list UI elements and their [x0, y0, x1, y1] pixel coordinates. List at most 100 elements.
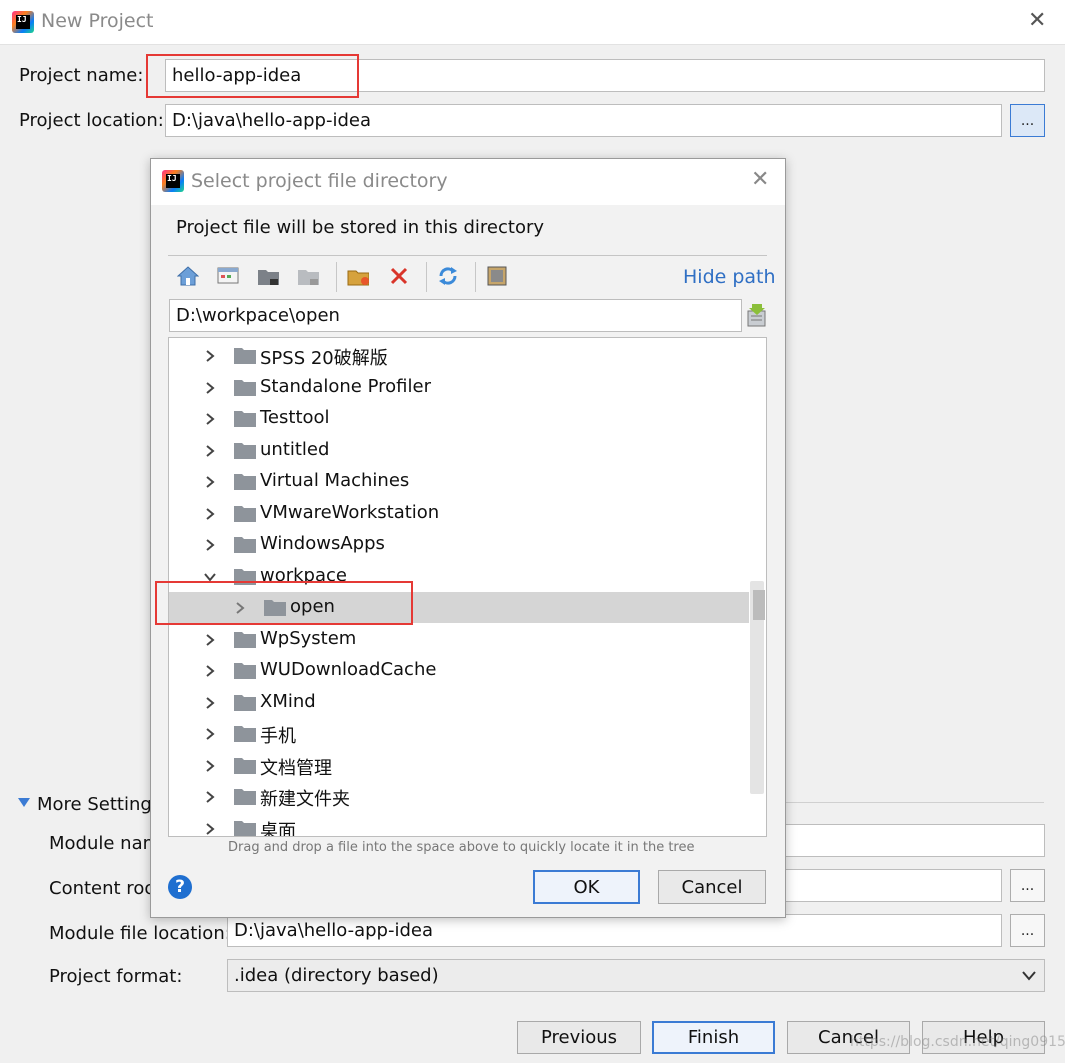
chevron-right-icon[interactable] [204, 413, 216, 425]
show-hidden-files-icon[interactable] [486, 265, 508, 287]
toolbar-separator [336, 262, 337, 292]
tree-row[interactable]: VMwareWorkstation [169, 498, 749, 529]
tree-item-label: SPSS 20破解版 [260, 348, 388, 369]
folder-icon [234, 474, 256, 490]
tree-item-label: 桌面 [260, 820, 296, 837]
module-folder-icon[interactable] [297, 265, 319, 287]
chevron-right-icon[interactable] [204, 822, 216, 835]
folder-icon [234, 568, 256, 585]
project-format-value: .idea (directory based) [234, 965, 439, 986]
chevron-right-icon[interactable] [234, 602, 246, 614]
chevron-right-icon[interactable] [204, 381, 216, 394]
folder-icon [234, 379, 256, 396]
tree-row[interactable]: workpace [169, 561, 749, 592]
tree-item-label: untitled [260, 438, 330, 460]
tree-row[interactable]: WUDownloadCache [169, 655, 749, 686]
project-folder-icon[interactable] [257, 265, 279, 287]
chevron-down-icon [1022, 971, 1036, 981]
tree-item-label: 手机 [260, 726, 296, 747]
chevron-right-icon[interactable] [204, 476, 216, 488]
chevron-right-icon[interactable] [204, 665, 216, 677]
tree-item-label: WindowsApps [260, 533, 385, 554]
path-input[interactable]: D:\workpace\open [169, 299, 742, 332]
browse-content-root-button[interactable]: ... [1010, 869, 1045, 902]
window-title: New Project [41, 10, 154, 32]
refresh-icon[interactable] [437, 265, 459, 287]
subdialog-cancel-button[interactable]: Cancel [658, 870, 766, 904]
project-format-select[interactable]: .idea (directory based) [227, 959, 1045, 992]
browse-module-file-button[interactable]: ... [1010, 914, 1045, 947]
tree-item-label: 新建文件夹 [260, 789, 350, 810]
folder-icon [234, 631, 256, 648]
tree-row[interactable]: 桌面 [169, 813, 749, 837]
chevron-down-icon[interactable] [204, 571, 216, 583]
help-icon[interactable]: ? [168, 875, 192, 899]
finish-button[interactable]: Finish [652, 1021, 775, 1054]
tree-row[interactable]: WpSystem [169, 624, 749, 655]
tree-row[interactable]: Standalone Profiler [169, 372, 749, 403]
chevron-right-icon[interactable] [204, 539, 216, 551]
tree-item-label: WUDownloadCache [260, 659, 437, 680]
folder-icon [264, 600, 286, 616]
triangle-down-icon[interactable] [18, 798, 30, 808]
window-titlebar: IJ New Project ✕ [0, 0, 1065, 45]
chevron-right-icon[interactable] [204, 350, 216, 362]
tree-row-selected[interactable]: open [169, 592, 749, 623]
project-name-label: Project name: [19, 65, 144, 86]
project-name-input[interactable]: hello-app-idea [165, 59, 1045, 92]
tree-item-label: workpace [260, 564, 347, 586]
module-name-label: Module nam [49, 833, 161, 854]
desktop-icon[interactable] [217, 265, 239, 287]
tree-row[interactable]: Virtual Machines [169, 466, 749, 497]
folder-icon [234, 411, 256, 427]
chevron-right-icon[interactable] [204, 696, 216, 709]
folder-icon [234, 694, 256, 711]
new-folder-icon[interactable] [347, 265, 369, 287]
close-icon[interactable]: ✕ [1028, 8, 1046, 33]
intellij-app-icon: IJ [162, 170, 184, 192]
ok-button[interactable]: OK [533, 870, 640, 904]
folder-icon [234, 505, 256, 522]
drag-drop-hint: Drag and drop a file into the space abov… [228, 840, 695, 855]
module-file-location-label: Module file location: [49, 923, 231, 944]
tree-row[interactable]: untitled [169, 435, 749, 466]
toolbar-separator [426, 262, 427, 292]
browse-location-button[interactable]: ... [1010, 104, 1045, 137]
intellij-app-icon: IJ [12, 11, 34, 33]
subdialog-close-icon[interactable]: ✕ [751, 167, 769, 192]
hide-path-link[interactable]: Hide path [683, 266, 776, 288]
chevron-right-icon[interactable] [204, 507, 216, 520]
content-root-label: Content roo [49, 878, 156, 899]
tree-item-label: open [290, 596, 335, 617]
directory-tree[interactable]: SPSS 20破解版 Standalone Profiler Testtool unt… [168, 337, 767, 837]
project-location-input[interactable]: D:\java\hello-app-idea [165, 104, 1002, 137]
tree-row[interactable]: 文档管理 [169, 750, 749, 781]
chevron-right-icon[interactable] [204, 728, 216, 740]
tree-row[interactable]: 手机 [169, 718, 749, 749]
tree-item-label: Virtual Machines [260, 470, 410, 491]
folder-icon [234, 757, 256, 774]
home-icon[interactable] [177, 265, 199, 287]
tree-row[interactable]: WindowsApps [169, 529, 749, 560]
tree-item-label: Standalone Profiler [260, 375, 431, 397]
history-download-icon[interactable] [746, 302, 768, 328]
project-format-label: Project format: [49, 966, 183, 987]
chevron-right-icon[interactable] [204, 633, 216, 646]
module-file-location-input[interactable]: D:\java\hello-app-idea [227, 914, 1002, 947]
delete-icon[interactable] [388, 265, 410, 287]
chevron-right-icon[interactable] [204, 444, 216, 457]
tree-row[interactable]: 新建文件夹 [169, 781, 749, 812]
tree-scrollbar-thumb[interactable] [753, 590, 765, 620]
separator-line [168, 255, 767, 256]
tree-row[interactable]: SPSS 20破解版 [169, 340, 749, 371]
folder-icon [234, 726, 256, 742]
folder-icon [234, 442, 256, 459]
previous-button[interactable]: Previous [517, 1021, 641, 1054]
folder-icon [234, 537, 256, 553]
more-settings-toggle[interactable]: More Settings [37, 794, 161, 815]
tree-row[interactable]: Testtool [169, 403, 749, 434]
watermark-text: https://blog.csdn.net/qing0915 [850, 1034, 1065, 1050]
chevron-right-icon[interactable] [204, 791, 216, 803]
chevron-right-icon[interactable] [204, 759, 216, 772]
tree-row[interactable]: XMind [169, 687, 749, 718]
